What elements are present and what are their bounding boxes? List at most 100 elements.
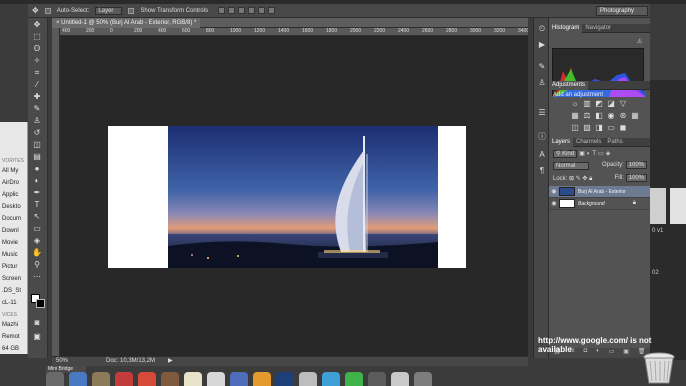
dots-icon[interactable]: ⋯ <box>31 272 43 282</box>
finder-item[interactable]: cL-11 <box>2 300 17 306</box>
app-dock-icon[interactable] <box>322 372 340 386</box>
filter-smart-icon[interactable]: ◈ <box>606 150 611 157</box>
thumbnail[interactable] <box>650 188 666 224</box>
thumbnail[interactable] <box>670 188 686 224</box>
black-white-icon[interactable]: ◧ <box>595 112 603 120</box>
chrome-dock-icon[interactable] <box>138 372 156 386</box>
blend-mode-select[interactable]: Normal <box>553 162 589 170</box>
finder-item[interactable]: AirDro <box>2 180 19 186</box>
layer-row[interactable]: ◉ Background 🔒︎ <box>549 198 650 210</box>
channel-mixer-icon[interactable]: ⊛ <box>619 112 627 120</box>
gradient-map-icon[interactable]: ▭ <box>607 124 615 132</box>
finder-device[interactable]: Mazhi <box>2 322 18 328</box>
color-balance-icon[interactable]: ⚖ <box>583 112 591 120</box>
tab-channels[interactable]: Channels <box>573 138 604 147</box>
finder-device[interactable]: Remot <box>2 334 20 340</box>
filter-adjustment-icon[interactable]: ◐ <box>587 151 591 157</box>
align-top-icon[interactable] <box>218 7 226 14</box>
status-arrow-icon[interactable]: ▶ <box>168 357 173 366</box>
show-transform-checkbox[interactable] <box>128 7 135 14</box>
finder-device[interactable]: 64 GB <box>2 346 19 352</box>
finder-item[interactable]: Docum <box>2 216 21 222</box>
finder-item[interactable]: Deskto <box>2 204 21 210</box>
mail-dock-icon[interactable] <box>115 372 133 386</box>
trash-dock-icon[interactable] <box>642 352 676 384</box>
gradient-icon[interactable]: ▤ <box>31 152 43 162</box>
finder-dock-icon[interactable] <box>46 372 64 386</box>
calendar-dock-icon[interactable] <box>92 372 110 386</box>
visibility-eye-icon[interactable]: ◉ <box>549 200 559 207</box>
character-icon[interactable]: A <box>537 150 547 160</box>
brush-icon[interactable]: ✎ <box>31 104 43 114</box>
crop-icon[interactable]: ⌗ <box>31 68 43 78</box>
eyedropper-icon[interactable]: ⁄ <box>31 80 43 90</box>
color-lookup-icon[interactable]: ▦ <box>631 112 639 120</box>
magic-wand-icon[interactable]: ✧ <box>31 56 43 66</box>
align-left-icon[interactable] <box>248 7 256 14</box>
tab-adjustments[interactable]: Adjustments <box>549 80 589 90</box>
align-middle-icon[interactable] <box>228 7 236 14</box>
invert-icon[interactable]: ◫ <box>571 124 579 132</box>
quick-mask-icon[interactable]: ◙ <box>31 318 43 328</box>
filter-type-icon[interactable]: T <box>592 151 596 157</box>
move-tool-icon[interactable]: ✥ <box>32 6 39 15</box>
vibrance-icon[interactable]: ▽ <box>619 100 627 108</box>
align-right-icon[interactable] <box>268 7 276 14</box>
properties-icon[interactable]: ☰ <box>537 108 547 118</box>
safari-dock-icon[interactable] <box>69 372 87 386</box>
itunes-dock-icon[interactable] <box>230 372 248 386</box>
history-brush-icon[interactable]: ↺ <box>31 128 43 138</box>
exposure-icon[interactable]: ◪ <box>607 100 615 108</box>
finder-item[interactable]: Screen <box>2 276 21 282</box>
healing-brush-icon[interactable]: ✚ <box>31 92 43 102</box>
clone-stamp-icon[interactable]: ♙ <box>31 116 43 126</box>
tab-paths[interactable]: Paths <box>604 138 625 147</box>
shape-icon[interactable]: ▭ <box>31 224 43 234</box>
app-dock-icon[interactable] <box>345 372 363 386</box>
photoshop-dock-icon[interactable] <box>276 372 294 386</box>
dodge-icon[interactable]: ◐ <box>31 176 43 186</box>
paragraph-icon[interactable]: ¶ <box>537 166 547 176</box>
posterize-icon[interactable]: ▧ <box>583 124 591 132</box>
actions-icon[interactable]: ▶ <box>537 40 547 50</box>
zoom-icon[interactable]: ⚲ <box>31 260 43 270</box>
finder-item[interactable]: Downl <box>2 228 19 234</box>
vlc-dock-icon[interactable] <box>253 372 271 386</box>
3d-icon[interactable]: ◈ <box>31 236 43 246</box>
finder-item[interactable]: Pictur <box>2 264 17 270</box>
type-icon[interactable]: T <box>31 200 43 210</box>
workspace-select[interactable]: Photography <box>596 6 648 16</box>
lasso-icon[interactable]: ʘ <box>31 44 43 54</box>
screen-mode-icon[interactable]: ▣ <box>31 332 43 342</box>
app-dock-icon[interactable] <box>414 372 432 386</box>
zoom-level[interactable]: 50% <box>56 357 68 366</box>
opacity-input[interactable]: 100% <box>625 161 647 169</box>
preview-dock-icon[interactable] <box>207 372 225 386</box>
filter-shape-icon[interactable]: ▭ <box>598 150 604 157</box>
document-tab[interactable]: × Untitled-1 @ 50% (Burj Al Arab - Exter… <box>52 18 201 28</box>
align-center-icon[interactable] <box>258 7 266 14</box>
kind-filter-select[interactable]: ⚲ Kind <box>553 149 578 158</box>
align-bottom-icon[interactable] <box>238 7 246 14</box>
brightness-icon[interactable]: ☼ <box>571 100 579 108</box>
path-selection-icon[interactable]: ↖ <box>31 212 43 222</box>
filter-pixel-icon[interactable]: ▣ <box>579 150 585 157</box>
background-color[interactable] <box>36 299 45 308</box>
lock-icons[interactable]: ⊠ ✎ ✥ 🔒︎ <box>569 176 592 182</box>
history-icon[interactable]: ⏲ <box>537 24 547 34</box>
brushes-icon[interactable]: ✎ <box>537 62 547 72</box>
contacts-dock-icon[interactable] <box>161 372 179 386</box>
color-swatches[interactable] <box>31 294 45 308</box>
tab-histogram[interactable]: Histogram <box>549 23 583 33</box>
layer-row[interactable]: ◉ Burj Al Arab - Exterior <box>549 186 650 198</box>
marquee-icon[interactable]: ⬚ <box>31 32 43 42</box>
hand-icon[interactable]: ✋ <box>31 248 43 258</box>
app-dock-icon[interactable] <box>299 372 317 386</box>
auto-select-target-select[interactable]: Layer <box>95 6 123 15</box>
hue-saturation-icon[interactable]: ▦ <box>571 112 579 120</box>
fill-input[interactable]: 100% <box>625 174 647 182</box>
notes-dock-icon[interactable] <box>184 372 202 386</box>
eraser-icon[interactable]: ◫ <box>31 140 43 150</box>
levels-icon[interactable]: ▥ <box>583 100 591 108</box>
info-icon[interactable]: ⓘ <box>537 132 547 142</box>
